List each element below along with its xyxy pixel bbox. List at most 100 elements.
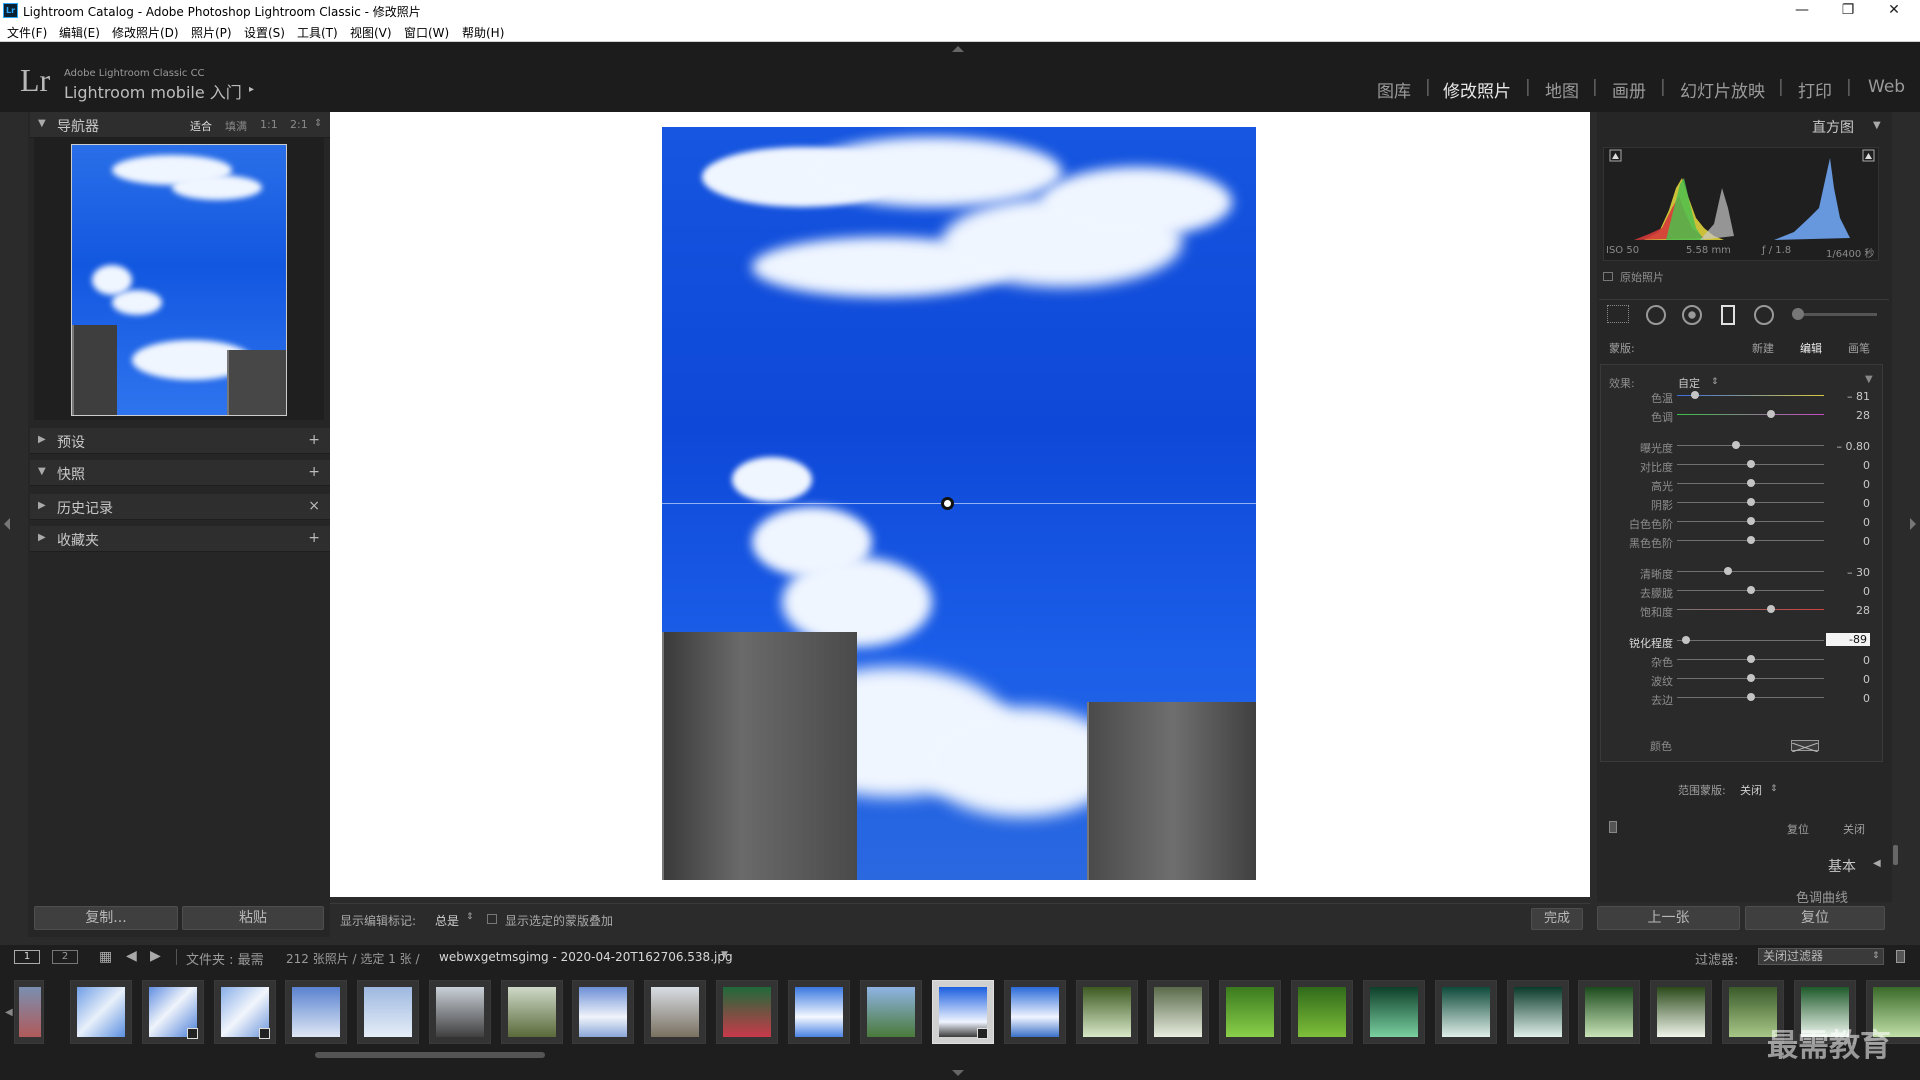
mobile-link[interactable]: Lightroom mobile 入门	[64, 79, 242, 103]
adjustment-brush-icon[interactable]	[1792, 308, 1804, 320]
collections-header[interactable]: ▶ 收藏夹 +	[30, 526, 330, 552]
color-swatch[interactable]	[1791, 740, 1819, 753]
filmstrip-thumb[interactable]	[1076, 980, 1138, 1044]
main-window-button[interactable]: 1	[14, 950, 40, 964]
module-library[interactable]: 图库	[1377, 77, 1411, 102]
graduated-filter-icon[interactable]	[1721, 305, 1735, 325]
close-button[interactable]: ✕	[1872, 0, 1916, 21]
zoom-stepper-icon[interactable]: ⇕	[314, 118, 322, 129]
original-photo-checkbox[interactable]	[1603, 272, 1613, 281]
mask-brush[interactable]: 画笔	[1848, 340, 1870, 356]
navigator-header[interactable]: ▼ 导航器 适合 填满 1:1 2:1 ⇕	[30, 112, 330, 138]
filmstrip-thumb[interactable]	[357, 980, 419, 1044]
module-slideshow[interactable]: 幻灯片放映	[1680, 77, 1765, 102]
filmstrip-thumb[interactable]	[1507, 980, 1569, 1044]
mobile-arrow-icon[interactable]: ▸	[249, 84, 254, 95]
select-stepper-icon[interactable]: ⇕	[1872, 951, 1880, 961]
slider-knob[interactable]	[1746, 536, 1755, 544]
menu-edit[interactable]: 编辑(E)	[59, 24, 100, 41]
collapse-top-icon[interactable]	[952, 46, 964, 52]
range-mask-select[interactable]: 关闭	[1740, 782, 1762, 798]
scroll-left-icon[interactable]: ◀	[5, 1007, 13, 1018]
slider-knob[interactable]	[1746, 517, 1755, 525]
menu-develop[interactable]: 修改照片(D)	[112, 24, 179, 41]
mask-edit[interactable]: 编辑	[1800, 340, 1822, 356]
filmstrip-thumb-selected[interactable]	[932, 980, 994, 1044]
grid-view-icon[interactable]: ▦	[99, 949, 112, 965]
presets-header[interactable]: ▶ 预设 +	[30, 428, 330, 454]
module-book[interactable]: 画册	[1612, 77, 1646, 102]
module-develop[interactable]: 修改照片	[1443, 77, 1511, 102]
graduated-filter-line[interactable]	[335, 503, 1585, 504]
tone-curve-title[interactable]: 色调曲线	[1796, 887, 1848, 906]
done-button[interactable]: 完成	[1531, 908, 1583, 930]
filmstrip-thumb[interactable]	[1578, 980, 1640, 1044]
slider-knob[interactable]	[1731, 441, 1740, 449]
menu-settings[interactable]: 设置(S)	[244, 24, 285, 41]
red-eye-icon[interactable]	[1682, 305, 1702, 325]
histogram[interactable]	[1603, 147, 1879, 261]
add-collection-icon[interactable]: +	[308, 530, 320, 546]
filmstrip-thumb[interactable]	[70, 980, 132, 1044]
mask-reset-button[interactable]: 复位	[1787, 821, 1809, 837]
mask-close-button[interactable]: 关闭	[1843, 821, 1865, 837]
module-web[interactable]: Web	[1868, 77, 1905, 97]
snapshots-header[interactable]: ▼ 快照 +	[30, 460, 330, 486]
slider-knob[interactable]	[1746, 586, 1755, 594]
history-header[interactable]: ▶ 历史记录 ×	[30, 494, 330, 520]
effect-select[interactable]: 自定	[1678, 375, 1700, 391]
filmstrip-thumb[interactable]	[142, 980, 204, 1044]
slider-knob[interactable]	[1690, 391, 1699, 399]
navigator-thumbnail[interactable]	[71, 144, 287, 416]
filmstrip-thumb[interactable]	[1435, 980, 1497, 1044]
restore-button[interactable]: ❐	[1826, 0, 1870, 21]
slider-knob[interactable]	[1746, 460, 1755, 468]
previous-photo-button[interactable]: 上一张	[1597, 906, 1740, 930]
filmstrip-thumb[interactable]	[501, 980, 563, 1044]
crop-tool-icon[interactable]	[1607, 305, 1629, 323]
right-panel-scrollbar[interactable]	[1893, 845, 1898, 865]
slider-knob[interactable]	[1746, 655, 1755, 663]
menu-file[interactable]: 文件(F)	[7, 24, 47, 41]
copy-button[interactable]: 复制...	[34, 906, 178, 930]
menu-view[interactable]: 视图(V)	[350, 24, 392, 41]
filmstrip-thumb[interactable]	[1219, 980, 1281, 1044]
slider-track[interactable]	[1677, 640, 1824, 641]
add-snapshot-icon[interactable]: +	[308, 464, 320, 480]
filter-select[interactable]: 关闭过滤器	[1758, 948, 1884, 965]
filter-lock-switch[interactable]	[1896, 950, 1905, 963]
expand-triangle-icon[interactable]: ◀	[1873, 858, 1881, 869]
slider-knob[interactable]	[1746, 498, 1755, 506]
slider-knob[interactable]	[1746, 479, 1755, 487]
module-print[interactable]: 打印	[1798, 77, 1832, 102]
filmstrip-thumb[interactable]	[1650, 980, 1712, 1044]
collapse-right-icon[interactable]	[1910, 518, 1916, 530]
slider-track[interactable]	[1677, 414, 1824, 415]
slider-track[interactable]	[1677, 445, 1824, 446]
mask-new[interactable]: 新建	[1752, 340, 1774, 356]
add-preset-icon[interactable]: +	[308, 432, 320, 448]
filmstrip-thumb[interactable]	[572, 980, 634, 1044]
filmstrip-thumb[interactable]	[214, 980, 276, 1044]
brush-slider-track[interactable]	[1793, 313, 1877, 316]
mask-pin-icon[interactable]	[941, 497, 954, 510]
filmstrip-thumb[interactable]	[285, 980, 347, 1044]
menu-window[interactable]: 窗口(W)	[404, 24, 449, 41]
filmstrip-thumb[interactable]	[788, 980, 850, 1044]
minimize-button[interactable]: —	[1780, 0, 1824, 21]
clear-history-icon[interactable]: ×	[308, 498, 320, 514]
menu-help[interactable]: 帮助(H)	[462, 24, 504, 41]
filename-dropdown[interactable]: webwxgetmsgimg - 2020-04-20T162706.538.j…	[439, 950, 733, 964]
back-arrow-icon[interactable]: ◀	[126, 948, 137, 964]
histogram-title[interactable]: 直方图	[1812, 117, 1854, 137]
show-marks-select[interactable]: 总是	[435, 912, 459, 929]
zoom-fill[interactable]: 填满	[225, 118, 247, 134]
menu-photo[interactable]: 照片(P)	[191, 24, 232, 41]
select-stepper-icon[interactable]: ⇕	[1770, 784, 1778, 794]
slider-track[interactable]	[1677, 571, 1824, 572]
slider-knob[interactable]	[1681, 636, 1690, 644]
filmstrip-scrollbar[interactable]	[315, 1052, 545, 1058]
slider-value[interactable]: -89	[1826, 633, 1870, 646]
collapse-bottom-icon[interactable]	[952, 1070, 964, 1076]
filmstrip-thumb[interactable]	[1291, 980, 1353, 1044]
